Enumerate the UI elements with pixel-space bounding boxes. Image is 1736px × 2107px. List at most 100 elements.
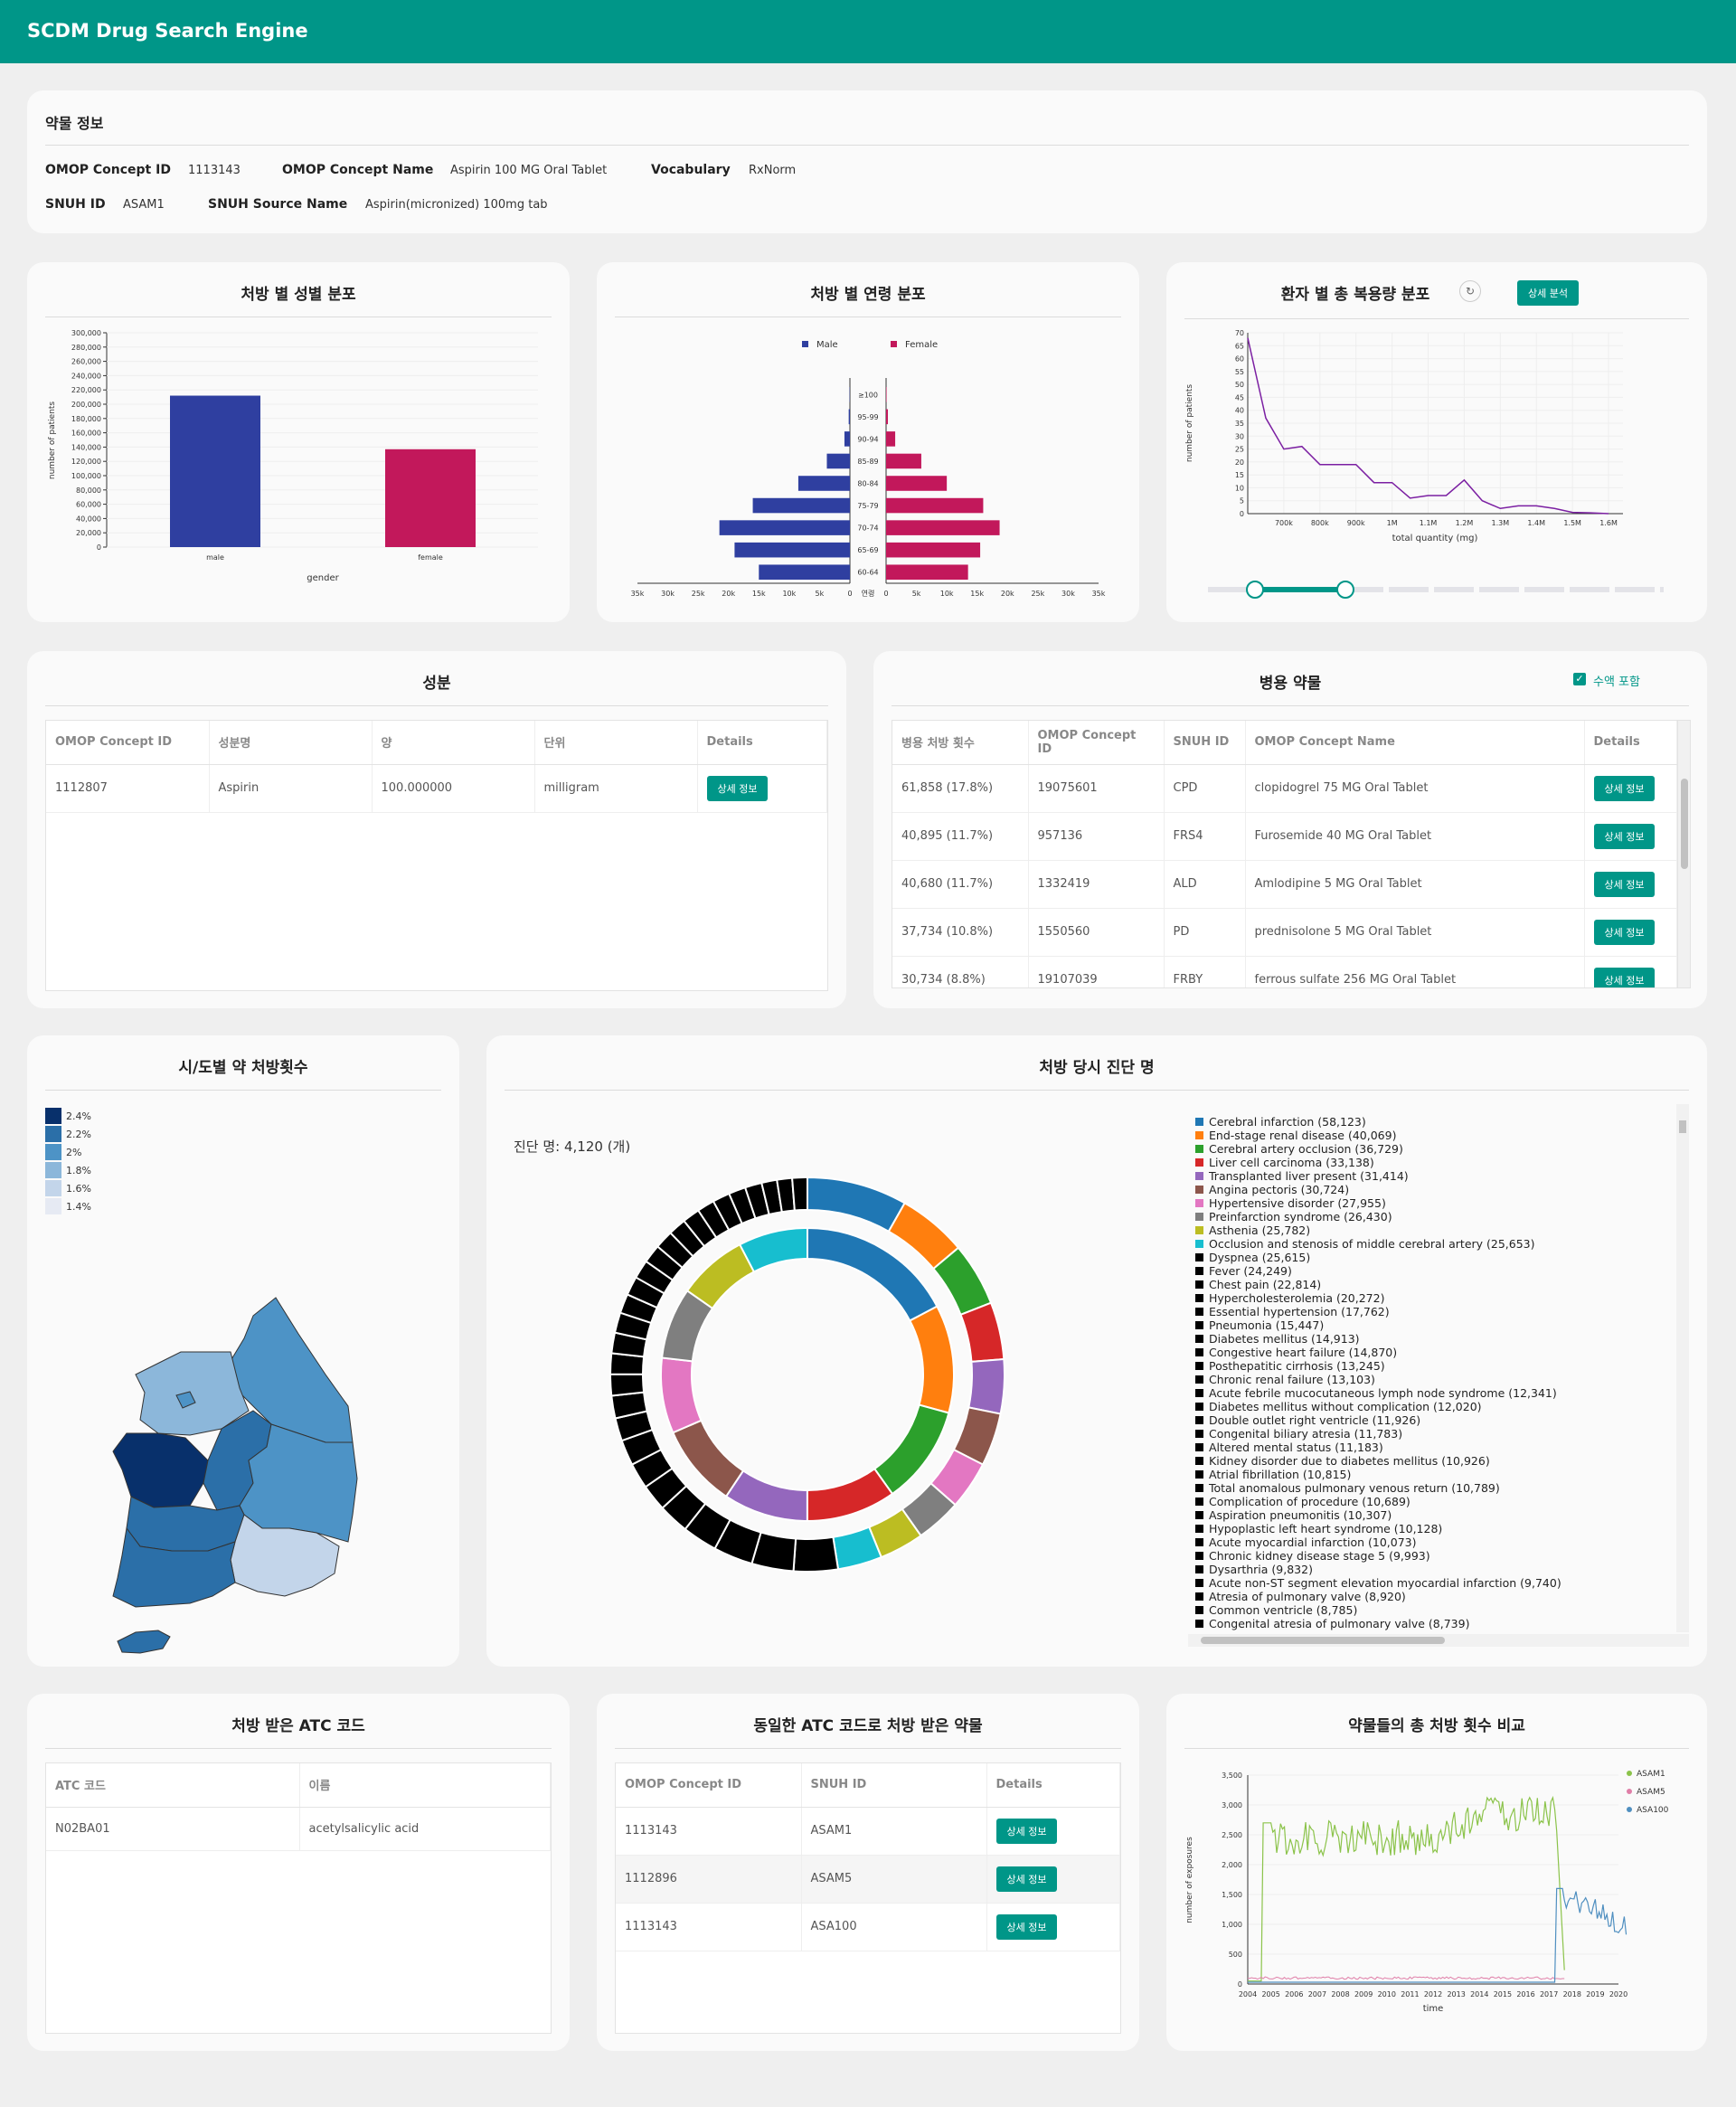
app-header: SCDM Drug Search Engine [0,0,1736,63]
include-fluid-label[interactable]: 수액 포함 [1593,672,1640,689]
bar-female-60-64 [886,564,968,580]
col-header-concept-id[interactable]: OMOP Concept ID [46,721,210,765]
divider [45,1090,441,1091]
y-tick-label: 120,000 [71,458,101,466]
y-tick-label: 60,000 [76,501,101,509]
detail-info-button[interactable]: 상세 정보 [995,1818,1058,1844]
series-line-ASA100 [1248,1887,1628,1983]
x-tick-label: 2019 [1586,1990,1604,1998]
x-tick-label: 800k [1311,519,1329,527]
legend-item: Preinfarction syndrome (26,430) [1195,1210,1561,1224]
col-header-details[interactable]: Details [1584,721,1677,765]
table-row: 61,858 (17.8%) 19075601 CPD clopidogrel … [892,764,1677,813]
include-fluid-checkbox[interactable]: ✓ [1573,673,1586,685]
col-header-concept-name[interactable]: OMOP Concept Name [1245,721,1585,765]
legend-horizontal-scrollbar[interactable] [1188,1634,1689,1647]
y-tick-label: 70 [1235,329,1244,337]
y-axis-label: number of patients [48,402,57,480]
legend-vertical-scrollbar[interactable] [1676,1104,1689,1632]
legend-label: Diabetes mellitus (14,913) [1209,1332,1360,1346]
detail-info-button[interactable]: 상세 정보 [995,1866,1058,1892]
legend-label: Male [816,340,838,350]
table-row: 1113143 ASA100 상세 정보 [616,1903,1120,1951]
scrollbar-thumb[interactable] [1679,1120,1686,1133]
col-header-atc-code[interactable]: ATC 코드 [46,1763,300,1808]
col-header-snuh-id[interactable]: SNUH ID [1164,721,1246,765]
legend-swatch [1195,1565,1203,1573]
detail-info-button[interactable]: 상세 정보 [995,1913,1058,1940]
detail-info-button[interactable]: 상세 정보 [1593,967,1656,987]
legend-label: Acute myocardial infarction (10,073) [1209,1535,1417,1549]
cell-count: 40,680 (11.7%) [892,860,1029,909]
legend-label: Acute non-ST segment elevation myocardia… [1209,1576,1561,1590]
drug-info-card: 약물 정보 OMOP Concept ID 1113143 OMOP Conce… [27,90,1707,233]
app-title[interactable]: SCDM Drug Search Engine [27,20,308,42]
dose-line-chart: 0 5 10 15 20 25 30 35 40 45 50 55 60 65 70 700k 800k 900k… [1185,329,1623,543]
legend-label: Congenital atresia of pulmonary valve (8… [1209,1617,1470,1630]
y-tick-label: 200,000 [71,401,101,409]
x-tick-label: 2017 [1540,1990,1558,1998]
legend-swatch [1195,1430,1203,1438]
age-group-label: 80-84 [857,480,878,488]
age-group-label: 60-64 [857,569,878,577]
x-tick-label: 2007 [1308,1990,1326,1998]
scrollbar-thumb[interactable] [1201,1637,1445,1644]
legend-item: Congenital atresia of pulmonary valve (8… [1195,1617,1561,1630]
cell-concept-id: 1112896 [616,1855,802,1904]
detail-analysis-button[interactable]: 상세 분석 [1517,280,1579,306]
legend-label: Angina pectoris (30,724) [1209,1183,1350,1196]
cell-amount: 100.000000 [372,764,535,813]
legend-swatch [1195,1158,1203,1167]
col-header-details[interactable]: Details [697,721,827,765]
diagnosis-legend-scroll[interactable]: Cerebral infarction (58,123) End-stage re… [1188,1104,1689,1647]
region-jeju[interactable] [117,1630,171,1654]
cell-details: 상세 정보 [1584,764,1677,813]
detail-info-button[interactable]: 상세 정보 [1593,823,1656,849]
bar-male-80-84 [797,476,850,491]
detail-info-button[interactable]: 상세 정보 [1593,919,1656,945]
col-header-details[interactable]: Details [986,1763,1120,1808]
concept-id-label: OMOP Concept ID [45,163,171,177]
korea-choropleth-map [112,1297,358,1654]
x-tick-label: 2013 [1447,1990,1465,1998]
table-scrollbar[interactable] [1677,721,1690,987]
col-header-count[interactable]: 병용 처방 횟수 [892,721,1029,765]
y-tick-label: 35 [1235,420,1244,428]
cell-concept-name: clopidogrel 75 MG Oral Tablet [1245,764,1585,813]
cell-count: 37,734 (10.8%) [892,908,1029,957]
col-header-concept-id[interactable]: OMOP Concept ID [1028,721,1165,765]
series-line-ASAM5 [1247,1976,1565,1980]
x-tick-label: 1.5M [1563,519,1581,527]
scrollbar-thumb[interactable] [1681,779,1688,869]
legend-label: Atrial fibrillation (10,815) [1209,1468,1352,1481]
snuh-source-value: Aspirin(micronized) 100mg tab [365,198,548,212]
legend-swatch [891,341,897,347]
x-tick-label: 2012 [1424,1990,1442,1998]
age-chart-card: 처방 별 연령 분포 Male Female 60-64 65-69 70-74 75-7… [597,262,1139,622]
vocabulary-value: RxNorm [749,164,797,177]
dose-chart-title: 환자 별 총 복용량 분포 [1280,286,1430,304]
legend-item: Angina pectoris (30,724) [1195,1183,1561,1196]
cell-snuh-id: FRS4 [1164,812,1246,861]
cell-snuh-id: ASAM1 [801,1807,987,1856]
detail-info-button[interactable]: 상세 정보 [706,775,769,801]
legend-item: Complication of procedure (10,689) [1195,1495,1561,1508]
legend-item: End-stage renal disease (40,069) [1195,1129,1561,1142]
age-chart-title: 처방 별 연령 분포 [810,286,926,304]
detail-info-button[interactable]: 상세 정보 [1593,775,1656,801]
col-header-concept-id[interactable]: OMOP Concept ID [616,1763,802,1808]
col-header-unit[interactable]: 단위 [534,721,698,765]
col-header-ingredient[interactable]: 성분명 [209,721,373,765]
col-header-name[interactable]: 이름 [299,1763,551,1808]
range-slider-handle-min[interactable] [1246,581,1264,599]
legend-label: ASAM1 [1637,1770,1665,1779]
y-tick-label: 3,500 [1222,1772,1242,1780]
col-header-snuh-id[interactable]: SNUH ID [801,1763,987,1808]
range-slider-handle-max[interactable] [1336,581,1354,599]
reset-icon[interactable]: ↻ [1459,280,1481,302]
concomitant-table: 병용 처방 횟수 OMOP Concept ID SNUH ID OMOP Co… [892,720,1691,988]
cell-concept-id: 957136 [1028,812,1165,861]
detail-info-button[interactable]: 상세 정보 [1593,871,1656,897]
col-header-amount[interactable]: 양 [372,721,535,765]
region-chungnam[interactable] [112,1432,209,1508]
